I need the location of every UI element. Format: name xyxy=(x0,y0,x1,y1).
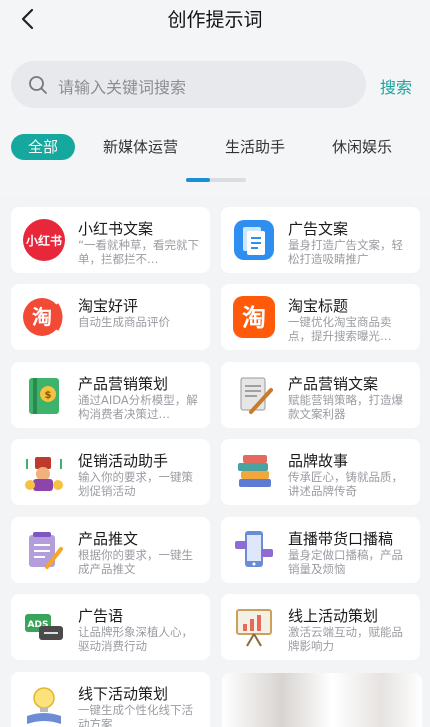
search-icon xyxy=(29,76,47,94)
card-desc: 一键生成个性化线下活动方案 xyxy=(78,703,193,727)
card-title: 线下活动策划 xyxy=(78,685,169,703)
tab-scroll-indicator xyxy=(186,178,246,182)
lightbulb-book-icon xyxy=(27,687,61,724)
prompt-card[interactable]: 广告文案 量身打造广告文案，轻松打造吸睛推广 xyxy=(221,207,420,273)
tab-all[interactable]: 全部 xyxy=(11,134,75,160)
card-title: 产品营销文案 xyxy=(288,375,379,393)
prompt-grid: 小红书 小红书文案 “一看就种草，看完就下单，拦都拦不… 广告文案 量身打造广告… xyxy=(0,196,430,727)
prompt-card[interactable]: 小红书 小红书文案 “一看就种草，看完就下单，拦都拦不… xyxy=(11,207,210,273)
card-desc: 量身定做口播稿，产品销量及烦恼 xyxy=(288,548,403,576)
card-desc: “一看就种草，看完就下单，拦都拦不… xyxy=(78,238,199,266)
taobao-logo-icon: 淘 xyxy=(23,298,63,336)
card-title: 广告语 xyxy=(78,607,124,625)
presentation-board-icon xyxy=(236,609,272,647)
svg-text:小红书: 小红书 xyxy=(26,233,62,248)
taobao-logo-icon: 淘 xyxy=(233,296,275,338)
prompt-card[interactable]: 品牌故事 传承匠心，铸就品质，讲述品牌传奇 xyxy=(221,439,420,505)
card-desc: 自动生成商品评价 xyxy=(78,315,170,329)
card-desc: 激活云端互动，赋能品牌影响力 xyxy=(288,625,403,653)
tab-new-media[interactable]: 新媒体运营 xyxy=(103,134,178,160)
category-tabs: 全部 新媒体运营 生活助手 休闲娱乐 xyxy=(0,134,430,164)
tab-leisure[interactable]: 休闲娱乐 xyxy=(332,134,392,160)
card-desc: 让品牌形象深植人心，驱动消费行动 xyxy=(78,625,193,653)
money-book-icon: $ xyxy=(29,378,59,414)
ads-chat-icon: ADS xyxy=(25,614,63,640)
card-title: 产品推文 xyxy=(78,530,139,548)
search-input[interactable]: 请输入关键词搜索 xyxy=(11,61,366,108)
card-desc: 一键优化淘宝商品卖点，提升搜索曝光… xyxy=(288,315,392,343)
card-desc: 传承匠心，铸就品质，讲述品牌传奇 xyxy=(288,470,403,498)
search-button[interactable]: 搜索 xyxy=(380,74,412,98)
prompt-card[interactable]: ADS 广告语 让品牌形象深植人心，驱动消费行动 xyxy=(11,594,210,660)
card-title: 品牌故事 xyxy=(288,452,349,470)
notepad-pen-icon xyxy=(29,532,63,569)
tab-life-assistant[interactable]: 生活助手 xyxy=(225,134,285,160)
card-title: 产品营销策划 xyxy=(78,375,169,393)
prompt-card[interactable]: 线上活动策划 激活云端互动，赋能品牌影响力 xyxy=(221,594,420,660)
xiaohongshu-logo-icon: 小红书 xyxy=(23,219,65,261)
prompt-card[interactable]: 产品推文 根据你的要求，一键生成产品推文 xyxy=(11,517,210,583)
card-desc: 量身打造广告文案，轻松打造吸睛推广 xyxy=(288,238,403,266)
paper-pen-icon xyxy=(240,377,273,414)
prompt-card[interactable]: 淘 淘宝标题 一键优化淘宝商品卖点，提升搜索曝光… xyxy=(221,284,420,350)
card-desc: 赋能营销策略，打造爆款文案利器 xyxy=(288,393,403,421)
prompt-card[interactable]: 线下活动策划 一键生成个性化线下活动方案 xyxy=(11,672,210,727)
card-title: 淘宝标题 xyxy=(288,297,349,315)
card-title: 广告文案 xyxy=(288,220,349,238)
prompt-card[interactable]: 淘 淘宝好评 自动生成商品评价 xyxy=(11,284,210,350)
top-area: 创作提示词 请输入关键词搜索 搜索 全部 新媒体运营 生活助手 休闲娱乐 xyxy=(0,0,430,196)
card-title: 小红书文案 xyxy=(78,220,154,238)
card-desc: 根据你的要求，一键生成产品推文 xyxy=(78,548,193,576)
live-phone-icon xyxy=(235,531,273,567)
loading-placeholder xyxy=(222,673,422,727)
card-desc: 通过AIDA分析模型，解构消费者决策过… xyxy=(78,393,198,421)
card-title: 促销活动助手 xyxy=(78,452,169,470)
nav-bar: 创作提示词 xyxy=(0,0,430,40)
prompt-card[interactable]: 直播带货口播稿 量身定做口播稿，产品销量及烦恼 xyxy=(221,517,420,583)
search-placeholder: 请输入关键词搜索 xyxy=(58,78,187,97)
books-stack-icon xyxy=(238,455,271,487)
card-title: 淘宝好评 xyxy=(78,297,139,315)
document-icon xyxy=(234,220,274,260)
card-title: 直播带货口播稿 xyxy=(288,530,394,548)
prompt-card[interactable]: $ 产品营销策划 通过AIDA分析模型，解构消费者决策过… xyxy=(11,362,210,428)
card-desc: 输入你的要求，一键策划促销活动 xyxy=(78,470,193,498)
page-title: 创作提示词 xyxy=(167,9,263,31)
prompt-card[interactable]: 促销活动助手 输入你的要求，一键策划促销活动 xyxy=(11,439,210,505)
svg-text:$: $ xyxy=(45,390,52,401)
svg-text:淘: 淘 xyxy=(242,304,266,332)
svg-text:淘: 淘 xyxy=(32,305,52,329)
card-title: 线上活动策划 xyxy=(288,607,379,625)
promotion-icon xyxy=(25,457,63,491)
prompt-card[interactable]: 产品营销文案 赋能营销策略，打造爆款文案利器 xyxy=(221,362,420,428)
